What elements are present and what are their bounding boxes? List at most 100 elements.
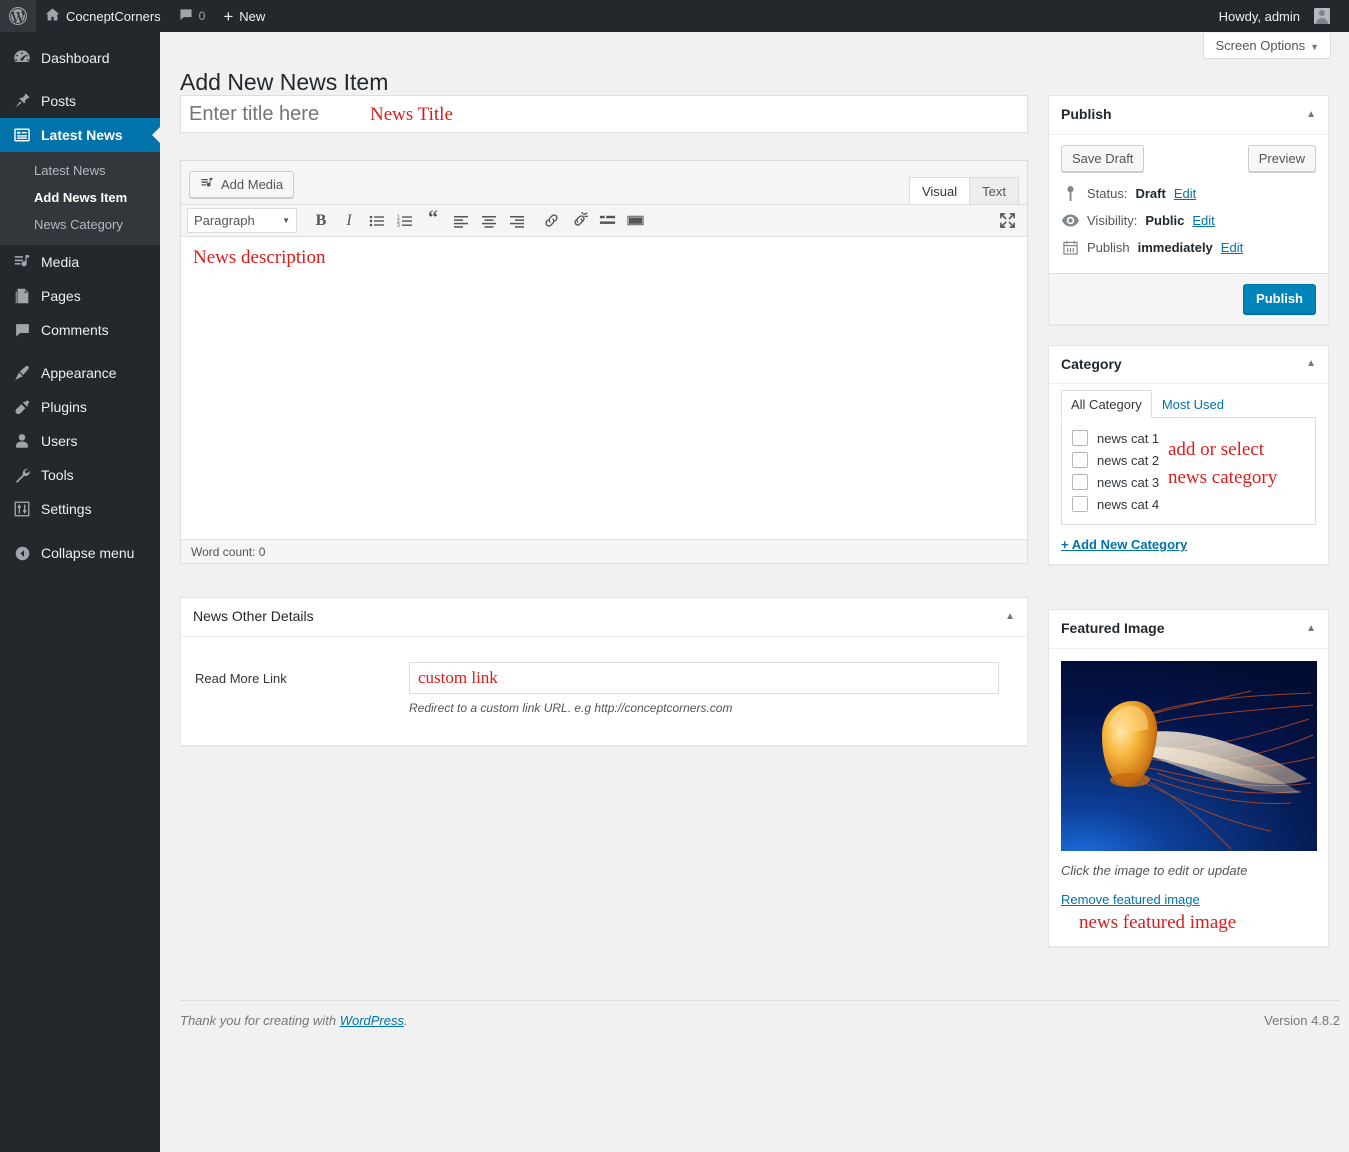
publish-panel: Publish ▲ Save Draft Preview Status: Dra… (1048, 95, 1329, 325)
sidebar-subitem-latest-news[interactable]: Latest News (0, 157, 160, 184)
new-label: New (239, 8, 266, 24)
toolbar-toggle-icon[interactable] (621, 208, 649, 233)
new-content-menu[interactable]: + New (214, 0, 274, 32)
featured-image-panel-body: Click the image to edit or update Remove… (1049, 649, 1328, 946)
add-new-category-link[interactable]: + Add New Category (1061, 537, 1316, 552)
tab-visual[interactable]: Visual (908, 177, 971, 205)
screen-options-button[interactable]: Screen Options ▼ (1203, 33, 1331, 59)
bulleted-list-icon[interactable] (363, 208, 391, 233)
sidebar-item-appearance[interactable]: Appearance (0, 356, 160, 390)
admin-bar-right: Howdy, admin (1210, 0, 1349, 32)
publish-button[interactable]: Publish (1243, 283, 1316, 314)
chevron-up-icon[interactable]: ▲ (1306, 357, 1316, 371)
admin-sidebar: Dashboard Posts Latest News Latest News … (0, 32, 160, 1152)
read-more-icon[interactable] (593, 208, 621, 233)
wordpress-link[interactable]: WordPress (340, 1013, 404, 1028)
blockquote-icon[interactable]: “ (419, 208, 447, 233)
tab-text[interactable]: Text (969, 177, 1019, 205)
sidebar-subitem-add-news-item[interactable]: Add News Item (0, 184, 160, 211)
chevron-down-icon: ▼ (282, 216, 290, 225)
tab-all-category[interactable]: All Category (1061, 390, 1152, 419)
media-icon (12, 252, 32, 272)
paintbrush-icon (12, 363, 32, 383)
editor-statusbar: Word count: 0 (181, 539, 1027, 563)
add-media-button[interactable]: Add Media (189, 171, 295, 198)
chevron-up-icon[interactable]: ▲ (1005, 610, 1015, 624)
sidebar-spacer-top (0, 32, 160, 41)
wordpress-logo-menu[interactable] (0, 0, 36, 32)
sidebar-item-posts[interactable]: Posts (0, 84, 160, 118)
schedule-label: Publish (1087, 239, 1130, 255)
sidebar-item-settings[interactable]: Settings (0, 492, 160, 526)
publish-panel-header: Publish ▲ (1049, 96, 1328, 135)
featured-image-thumbnail[interactable] (1061, 660, 1317, 851)
align-center-icon[interactable] (475, 208, 503, 233)
add-media-label: Add Media (221, 177, 284, 192)
sidebar-item-media[interactable]: Media (0, 245, 160, 279)
align-left-icon[interactable] (447, 208, 475, 233)
chevron-up-icon[interactable]: ▲ (1306, 108, 1316, 122)
numbered-list-icon[interactable]: 123 (391, 208, 419, 233)
list-view-icon (12, 125, 32, 145)
preview-button[interactable]: Preview (1247, 144, 1316, 172)
link-icon[interactable] (537, 208, 565, 233)
fullscreen-icon[interactable] (993, 208, 1021, 233)
howdy-label: Howdy, admin (1218, 8, 1300, 24)
category-checkbox[interactable] (1072, 474, 1088, 491)
sidebar-item-comments[interactable]: Comments (0, 313, 160, 347)
sidebar-item-tools[interactable]: Tools (0, 458, 160, 492)
news-other-details-panel: News Other Details ▲ Read More Link Redi… (180, 597, 1028, 746)
category-item-label: news cat 4 (1097, 496, 1160, 512)
visibility-label: Visibility: (1087, 212, 1138, 228)
sidebar-subitem-news-category[interactable]: News Category (0, 211, 160, 238)
admin-bar: CocneptCorners 0 + New Howdy, admin (0, 0, 1349, 32)
editor-content-area[interactable]: News description (181, 237, 1027, 539)
visibility-edit-link[interactable]: Edit (1192, 213, 1214, 228)
sidebar-item-pages[interactable]: Pages (0, 279, 160, 313)
main-content: Screen Options ▼ Add New News Item News T… (160, 32, 1349, 1152)
post-title-input[interactable] (180, 95, 1028, 133)
category-panel: Category ▲ All Category Most Used news c… (1048, 344, 1329, 566)
sidebar-item-label: Posts (41, 93, 77, 109)
status-edit-link[interactable]: Edit (1174, 186, 1196, 201)
align-right-icon[interactable] (503, 208, 531, 233)
category-checkbox[interactable] (1072, 430, 1088, 447)
italic-icon[interactable]: I (335, 208, 363, 233)
sidebar-item-plugins[interactable]: Plugins (0, 390, 160, 424)
annotation-category-line1: add or select (1168, 439, 1265, 461)
user-avatar-icon (1314, 8, 1330, 24)
pages-icon (12, 286, 32, 306)
footer-thanks: Thank you for creating with WordPress. (180, 1013, 408, 1028)
site-name-menu[interactable]: CocneptCorners (36, 0, 170, 32)
bold-icon[interactable]: B (307, 208, 335, 233)
paragraph-format-select[interactable]: Paragraph ▼ (187, 208, 297, 233)
editor-column: News Title Add Media Visual Text Paragr (180, 95, 1028, 746)
read-more-link-label: Read More Link (195, 670, 287, 686)
category-checkbox[interactable] (1072, 452, 1088, 469)
sidebar-item-label: Comments (41, 322, 109, 338)
comments-menu[interactable]: 0 (170, 0, 215, 32)
read-more-link-input[interactable] (409, 661, 999, 694)
featured-image-caption: Click the image to edit or update (1061, 862, 1248, 878)
annotation-category: add or select news category (1168, 436, 1277, 491)
sidebar-item-users[interactable]: Users (0, 424, 160, 458)
remove-featured-image-link[interactable]: Remove featured image (1061, 892, 1316, 907)
media-add-icon (200, 176, 215, 193)
chevron-up-icon[interactable]: ▲ (1306, 622, 1316, 636)
editor-media-bar: Add Media Visual Text (181, 161, 1027, 205)
category-item[interactable]: news cat 4 (1072, 496, 1305, 513)
unlink-icon[interactable] (565, 208, 593, 233)
sliders-icon (12, 499, 32, 519)
sidebar-item-dashboard[interactable]: Dashboard (0, 41, 160, 75)
news-other-details-header: News Other Details ▲ (181, 598, 1027, 637)
category-checkbox[interactable] (1072, 496, 1088, 513)
sidebar-item-collapse-menu[interactable]: Collapse menu (0, 536, 160, 570)
plus-icon: + (223, 6, 234, 26)
news-other-details-title: News Other Details (193, 608, 314, 624)
sidebar-item-latest-news[interactable]: Latest News (0, 118, 160, 152)
schedule-edit-link[interactable]: Edit (1221, 240, 1243, 255)
my-account-menu[interactable]: Howdy, admin (1210, 0, 1339, 32)
save-draft-button[interactable]: Save Draft (1061, 144, 1145, 172)
calendar-icon (1061, 240, 1079, 255)
tab-most-used[interactable]: Most Used (1152, 390, 1234, 418)
